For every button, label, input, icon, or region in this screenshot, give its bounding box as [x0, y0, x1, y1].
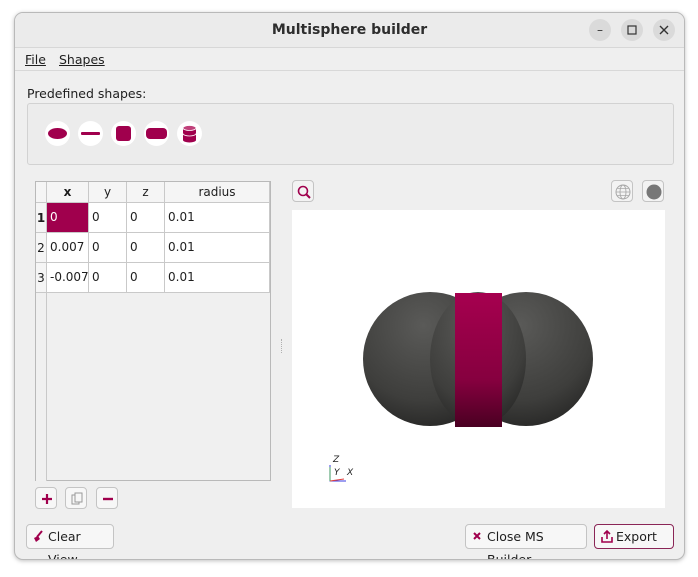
menu-shapes-label: Shapes: [59, 52, 105, 67]
table-cell-z[interactable]: 0: [127, 203, 165, 233]
axes-triad: Z Y X: [329, 455, 354, 482]
export-label: Export: [616, 529, 657, 544]
zoom-fit-button[interactable]: [292, 180, 314, 202]
menu-file[interactable]: File: [25, 52, 46, 67]
title-bar: Multisphere builder –: [15, 13, 684, 48]
table-cell-radius[interactable]: 0.01: [165, 203, 270, 233]
rounded-rect-icon: [146, 128, 167, 139]
export-icon: [601, 529, 613, 543]
close-ms-builder-label: Close MS Builder: [487, 529, 544, 560]
table-cell-y[interactable]: 0: [89, 263, 127, 293]
remove-row-button[interactable]: [96, 487, 118, 509]
close-x-icon: [473, 532, 481, 540]
solid-view-button[interactable]: [642, 180, 664, 202]
column-header-y[interactable]: y: [89, 182, 127, 203]
broom-icon: [34, 530, 43, 542]
column-header-z[interactable]: z: [127, 182, 165, 203]
ellipsoid-icon: [48, 128, 67, 139]
window-title: Multisphere builder: [271, 22, 428, 38]
menu-file-label: File: [25, 52, 46, 67]
wireframe-view-button[interactable]: [611, 180, 633, 202]
rounded-square-icon: [116, 126, 131, 141]
multisphere-render: Z Y X: [329, 292, 593, 482]
row-header[interactable]: 2: [36, 233, 47, 263]
minimize-icon: –: [597, 23, 603, 37]
add-row-button[interactable]: [35, 487, 57, 509]
line-icon: [81, 132, 100, 135]
zoom-icon: [297, 185, 311, 199]
axis-x-label: X: [346, 468, 354, 478]
table-cell-y[interactable]: 0: [89, 203, 127, 233]
sphere-center-highlight: [455, 293, 502, 427]
plus-icon: [42, 494, 52, 504]
splitter-handle[interactable]: [281, 339, 283, 353]
axis-z-label: Z: [332, 455, 340, 465]
shape-rounded-rect-button[interactable]: [144, 121, 169, 146]
table-cell-z[interactable]: 0: [127, 263, 165, 293]
shape-cylinder-button[interactable]: [177, 121, 202, 146]
solid-sphere-icon: [646, 184, 662, 200]
table-cell-radius[interactable]: 0.01: [165, 263, 270, 293]
duplicate-row-button[interactable]: [65, 487, 87, 509]
table-corner: [36, 182, 47, 203]
table-cell-z[interactable]: 0: [127, 233, 165, 263]
column-header-radius[interactable]: radius: [165, 182, 270, 203]
table-cell-radius[interactable]: 0.01: [165, 233, 270, 263]
3d-viewport[interactable]: Z Y X: [292, 210, 665, 508]
clear-view-label: Clear View: [48, 529, 81, 560]
column-header-x[interactable]: x: [47, 182, 89, 203]
maximize-icon: [627, 25, 637, 35]
multisphere-builder-window: Multisphere builder – File Shapes Predef…: [14, 12, 685, 560]
shape-line-button[interactable]: [78, 121, 103, 146]
row-header-filler: [36, 293, 47, 481]
export-button[interactable]: Export: [594, 524, 674, 549]
table-cell-x[interactable]: 0.007: [47, 233, 89, 263]
axis-y-label: Y: [334, 468, 341, 478]
maximize-button[interactable]: [621, 19, 643, 41]
menu-shapes[interactable]: Shapes: [59, 52, 105, 67]
close-icon: [659, 25, 669, 35]
predefined-shapes-label: Predefined shapes:: [27, 86, 147, 101]
predefined-shapes-panel: [27, 103, 674, 165]
table-cell-y[interactable]: 0: [89, 233, 127, 263]
row-header[interactable]: 3: [36, 263, 47, 293]
menu-bar: File Shapes: [15, 49, 684, 71]
close-window-button[interactable]: [653, 19, 675, 41]
table-cell-x[interactable]: -0.007: [47, 263, 89, 293]
minimize-button[interactable]: –: [589, 19, 611, 41]
close-ms-builder-button[interactable]: Close MS Builder: [465, 524, 587, 559]
row-header[interactable]: 1: [36, 203, 47, 233]
clear-view-button[interactable]: Clear View: [26, 524, 114, 559]
spheres-table[interactable]: x y z radius 1 0 0 0 0.01 2 0.007 0 0 0.…: [35, 181, 271, 481]
table-cell-x[interactable]: 0: [47, 203, 89, 233]
minus-icon: [103, 497, 113, 501]
shape-rounded-square-button[interactable]: [111, 121, 136, 146]
wireframe-globe-icon: [615, 184, 631, 200]
copy-icon: [71, 492, 83, 505]
cylinder-icon: [182, 125, 197, 143]
shape-ellipsoid-button[interactable]: [45, 121, 70, 146]
